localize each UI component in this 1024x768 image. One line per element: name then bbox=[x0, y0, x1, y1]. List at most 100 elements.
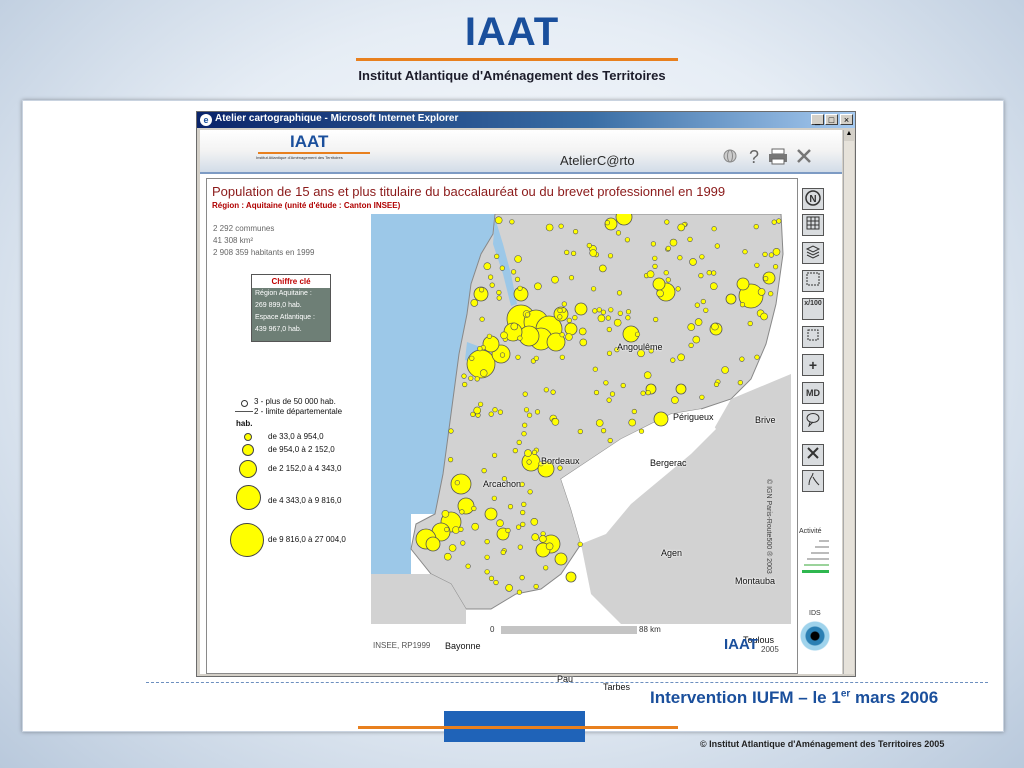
population-circle bbox=[669, 238, 678, 247]
population-circle bbox=[665, 277, 671, 283]
population-circle bbox=[572, 314, 578, 321]
delete-icon[interactable] bbox=[802, 444, 824, 466]
population-circle bbox=[677, 353, 685, 362]
population-circle bbox=[515, 354, 521, 360]
population-circle bbox=[462, 381, 468, 388]
population-circle bbox=[564, 249, 570, 256]
close-icon[interactable] bbox=[794, 147, 814, 167]
city-label-bordeaux: Bordeaux bbox=[541, 456, 580, 466]
population-circle bbox=[517, 335, 523, 341]
population-circle bbox=[527, 412, 533, 418]
key-figure-line: Région Aquitaine : bbox=[255, 290, 312, 297]
population-circle bbox=[533, 355, 539, 361]
population-circle bbox=[524, 312, 531, 318]
population-circle bbox=[653, 411, 669, 427]
population-circle bbox=[675, 383, 687, 395]
population-circle bbox=[615, 230, 622, 236]
population-circle bbox=[471, 505, 477, 512]
map-canvas[interactable] bbox=[371, 214, 791, 624]
population-circle bbox=[496, 289, 502, 296]
population-circle bbox=[754, 354, 760, 360]
population-circle bbox=[461, 373, 467, 379]
map-frame: Population de 15 ans et plus titulaire d… bbox=[206, 178, 798, 692]
legend-circle-1 bbox=[244, 433, 252, 441]
legend-circle-4 bbox=[236, 485, 261, 510]
population-circle bbox=[521, 431, 527, 437]
scroll-up-arrow-icon[interactable]: ▲ bbox=[844, 130, 854, 141]
population-circle bbox=[593, 389, 600, 396]
ids-logo-icon bbox=[799, 620, 831, 652]
population-circle bbox=[500, 331, 508, 340]
population-circle bbox=[640, 390, 646, 396]
population-circle bbox=[650, 241, 657, 247]
scale-icon[interactable]: x/100 bbox=[802, 298, 824, 320]
population-circle bbox=[663, 270, 669, 276]
close-window-button[interactable]: × bbox=[840, 114, 853, 125]
population-circle bbox=[479, 369, 488, 377]
population-circle bbox=[484, 507, 498, 521]
population-circle bbox=[645, 390, 651, 396]
population-circle bbox=[694, 302, 700, 308]
md-icon[interactable]: MD bbox=[802, 382, 824, 404]
population-circle bbox=[444, 526, 450, 533]
population-circle bbox=[447, 457, 454, 463]
population-circle bbox=[607, 437, 613, 444]
population-circle bbox=[469, 355, 475, 361]
population-circle bbox=[564, 322, 578, 336]
population-circle bbox=[550, 389, 556, 395]
north-arrow-icon[interactable]: N bbox=[802, 188, 824, 210]
frame-icon[interactable] bbox=[802, 270, 824, 292]
legend-circle-3 bbox=[239, 460, 257, 478]
population-circle bbox=[494, 216, 503, 224]
app-logo-underline bbox=[258, 152, 370, 154]
maximize-button[interactable]: □ bbox=[825, 114, 838, 125]
population-circle bbox=[698, 272, 704, 279]
help-icon[interactable]: ? bbox=[744, 147, 764, 167]
comment-icon[interactable] bbox=[802, 410, 824, 432]
population-circle bbox=[473, 406, 481, 415]
population-circle bbox=[450, 473, 472, 495]
population-circle bbox=[706, 270, 712, 276]
grid-icon[interactable] bbox=[802, 214, 824, 236]
population-circle bbox=[773, 264, 779, 270]
print-icon[interactable] bbox=[768, 147, 788, 167]
window-titlebar[interactable]: e Atelier cartographique - Microsoft Int… bbox=[197, 112, 855, 128]
footer-caption-main: Intervention IUFM – le 1 bbox=[650, 688, 841, 707]
minimize-button[interactable]: _ bbox=[811, 114, 824, 125]
population-circle bbox=[559, 354, 565, 360]
population-circle bbox=[574, 302, 588, 316]
population-circle bbox=[595, 419, 604, 427]
curve-icon[interactable] bbox=[802, 470, 824, 492]
population-circle bbox=[652, 263, 658, 270]
population-circle bbox=[520, 521, 526, 528]
layers-icon[interactable] bbox=[802, 242, 824, 264]
population-circle bbox=[559, 332, 565, 338]
population-circle bbox=[670, 357, 676, 363]
population-circle bbox=[493, 579, 499, 586]
vertical-scrollbar[interactable]: ▲ bbox=[843, 130, 854, 674]
population-circle bbox=[573, 229, 579, 235]
population-circle bbox=[586, 242, 592, 249]
population-circle bbox=[496, 295, 502, 301]
population-circle bbox=[613, 318, 622, 327]
app-logo: IAAT bbox=[290, 132, 329, 151]
population-circle bbox=[699, 254, 705, 260]
zoom-in-icon[interactable]: + bbox=[802, 354, 824, 376]
population-circle bbox=[571, 250, 577, 257]
brand-underline bbox=[356, 58, 678, 61]
population-circle bbox=[763, 275, 769, 282]
population-circle bbox=[534, 409, 541, 415]
globe-icon[interactable] bbox=[720, 147, 740, 167]
population-circle bbox=[505, 527, 511, 534]
population-circle bbox=[739, 301, 746, 308]
select-icon[interactable] bbox=[802, 326, 824, 348]
population-circle bbox=[768, 252, 775, 258]
population-circle bbox=[699, 394, 705, 400]
population-circle bbox=[484, 539, 490, 545]
population-circle bbox=[689, 258, 697, 266]
population-circle bbox=[687, 323, 696, 331]
population-circle bbox=[486, 333, 492, 339]
population-circle bbox=[516, 524, 522, 530]
activity-indicator-icon bbox=[802, 540, 829, 573]
population-circle bbox=[578, 327, 587, 336]
